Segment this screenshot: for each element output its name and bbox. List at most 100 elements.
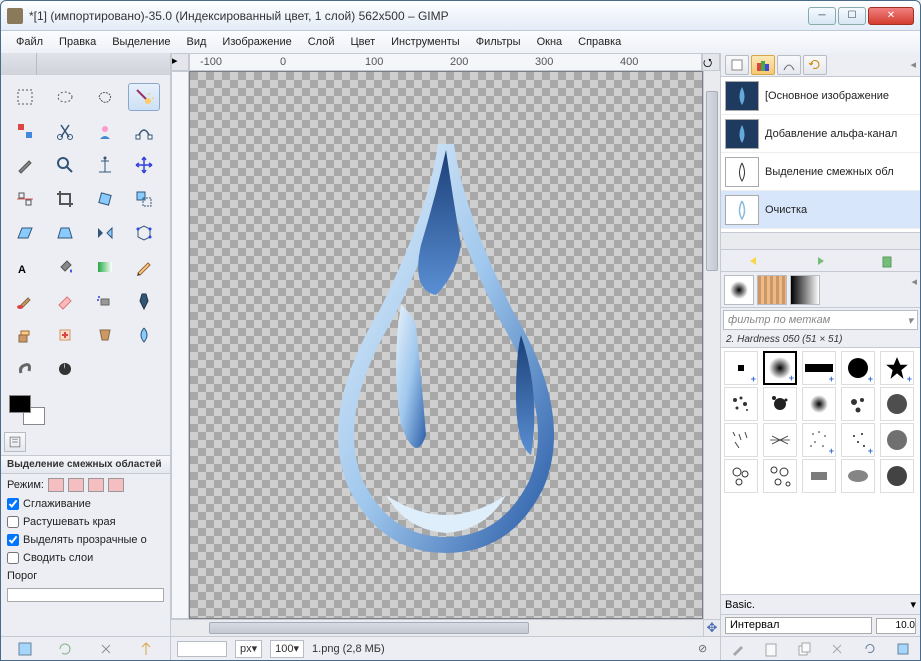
brush-acrylic4[interactable]	[841, 387, 875, 421]
undo-scrollbar[interactable]	[721, 233, 920, 250]
sample-merged-checkbox[interactable]: Сводить слои	[7, 552, 164, 564]
open-as-image-icon[interactable]	[895, 641, 911, 657]
minimize-button[interactable]: ─	[808, 7, 836, 25]
tool-options-tab[interactable]	[4, 432, 26, 452]
zoom-field[interactable]: 100 ▾	[270, 640, 304, 658]
move-tool[interactable]	[128, 151, 160, 179]
undo-item-base[interactable]: [Основное изображение	[721, 77, 920, 115]
menu-filters[interactable]: Фильтры	[469, 34, 528, 50]
ellipse-select-tool[interactable]	[49, 83, 81, 111]
smudge-tool[interactable]	[9, 355, 41, 383]
channels-tab[interactable]	[751, 55, 775, 75]
ink-tool[interactable]	[128, 287, 160, 315]
save-preset-icon[interactable]	[17, 641, 33, 657]
scale-tool[interactable]	[128, 185, 160, 213]
brush-acrylic1[interactable]	[724, 387, 758, 421]
blur-tool[interactable]	[128, 321, 160, 349]
threshold-slider[interactable]	[7, 588, 164, 602]
brush-chalk2[interactable]	[841, 459, 875, 493]
undo-item-select[interactable]: Выделение смежных обл	[721, 153, 920, 191]
brush-filter-input[interactable]: фильтр по меткам ▾	[723, 310, 918, 330]
menu-edit[interactable]: Правка	[52, 34, 103, 50]
brush-acrylic5[interactable]	[880, 387, 914, 421]
horizontal-ruler[interactable]: -100 0 100 200 300 400	[189, 53, 702, 71]
brush-acrylic3[interactable]	[802, 387, 836, 421]
toolbox-tab[interactable]	[1, 53, 37, 75]
mode-subtract[interactable]	[88, 478, 104, 492]
flip-tool[interactable]	[89, 219, 121, 247]
mode-intersect[interactable]	[108, 478, 124, 492]
color-picker-tool[interactable]	[9, 151, 41, 179]
horizontal-scrollbar[interactable]	[189, 619, 703, 636]
reset-icon[interactable]	[138, 641, 154, 657]
cage-tool[interactable]	[128, 219, 160, 247]
gradient-preview[interactable]	[790, 275, 820, 305]
mode-add[interactable]	[68, 478, 84, 492]
delete-brush-icon[interactable]	[829, 641, 845, 657]
clear-undo-icon[interactable]	[879, 253, 895, 269]
undo-history-tab[interactable]	[803, 55, 827, 75]
mode-replace[interactable]	[48, 478, 64, 492]
zoom-tool[interactable]	[49, 151, 81, 179]
menu-file[interactable]: Файл	[9, 34, 50, 50]
brush-acrylic2[interactable]	[763, 387, 797, 421]
fg-color[interactable]	[9, 395, 31, 413]
undo-button-icon[interactable]	[746, 253, 762, 269]
menu-tools[interactable]: Инструменты	[384, 34, 467, 50]
menu-view[interactable]: Вид	[180, 34, 214, 50]
unit-dropdown[interactable]: px ▾	[235, 640, 262, 658]
ruler-corner[interactable]: ▸	[171, 53, 189, 71]
feather-checkbox[interactable]: Растушевать края	[7, 516, 164, 528]
scissors-tool[interactable]	[49, 117, 81, 145]
align-tool[interactable]	[9, 185, 41, 213]
brush-pixel[interactable]: +	[724, 351, 758, 385]
dock-menu-icon[interactable]: ◂	[910, 58, 916, 71]
refresh-brushes-icon[interactable]	[862, 641, 878, 657]
perspective-tool[interactable]	[49, 219, 81, 247]
close-button[interactable]: ✕	[868, 7, 914, 25]
perspective-clone-tool[interactable]	[89, 321, 121, 349]
brush-preview-soft[interactable]	[724, 275, 754, 305]
titlebar[interactable]: *[1] (импортировано)-35.0 (Индексированн…	[1, 1, 920, 31]
by-color-select-tool[interactable]	[9, 117, 41, 145]
brush-chalk3[interactable]	[880, 459, 914, 493]
blend-tool[interactable]	[89, 253, 121, 281]
brush-preset-dropdown[interactable]: Basic.▾	[721, 594, 920, 614]
menu-layer[interactable]: Слой	[301, 34, 342, 50]
menu-select[interactable]: Выделение	[105, 34, 177, 50]
undo-item-clear[interactable]: Очистка	[721, 191, 920, 229]
layers-tab[interactable]	[725, 55, 749, 75]
brush-hard[interactable]: +	[841, 351, 875, 385]
new-brush-icon[interactable]	[763, 641, 779, 657]
shear-tool[interactable]	[9, 219, 41, 247]
menu-help[interactable]: Справка	[571, 34, 628, 50]
maximize-button[interactable]: ☐	[838, 7, 866, 25]
brush-scatter2[interactable]: +	[841, 423, 875, 457]
airbrush-tool[interactable]	[89, 287, 121, 315]
qmask-toggle[interactable]	[171, 619, 189, 636]
canvas-viewport[interactable]	[189, 71, 703, 619]
transparent-checkbox[interactable]: Выделять прозрачные о	[7, 534, 164, 546]
vertical-scrollbar[interactable]	[703, 71, 720, 619]
rotate-tool[interactable]	[89, 185, 121, 213]
brush-dock-menu-icon[interactable]: ◂	[911, 275, 917, 304]
menu-image[interactable]: Изображение	[215, 34, 298, 50]
brush-hardness050[interactable]: +	[763, 351, 797, 385]
eraser-tool[interactable]	[49, 287, 81, 315]
menu-colors[interactable]: Цвет	[343, 34, 382, 50]
color-swatches[interactable]	[9, 395, 45, 425]
brush-scatter1[interactable]: +	[802, 423, 836, 457]
rect-select-tool[interactable]	[9, 83, 41, 111]
duplicate-brush-icon[interactable]	[796, 641, 812, 657]
delete-preset-icon[interactable]	[98, 641, 114, 657]
clone-tool[interactable]	[9, 321, 41, 349]
paths-tab[interactable]	[777, 55, 801, 75]
pencil-tool[interactable]	[128, 253, 160, 281]
paths-tool[interactable]	[128, 117, 160, 145]
brush-cell1[interactable]	[724, 459, 758, 493]
menu-windows[interactable]: Окна	[530, 34, 570, 50]
pattern-preview[interactable]	[757, 275, 787, 305]
brush-bristles2[interactable]	[763, 423, 797, 457]
brush-sponge[interactable]	[880, 423, 914, 457]
free-select-tool[interactable]	[89, 83, 121, 111]
